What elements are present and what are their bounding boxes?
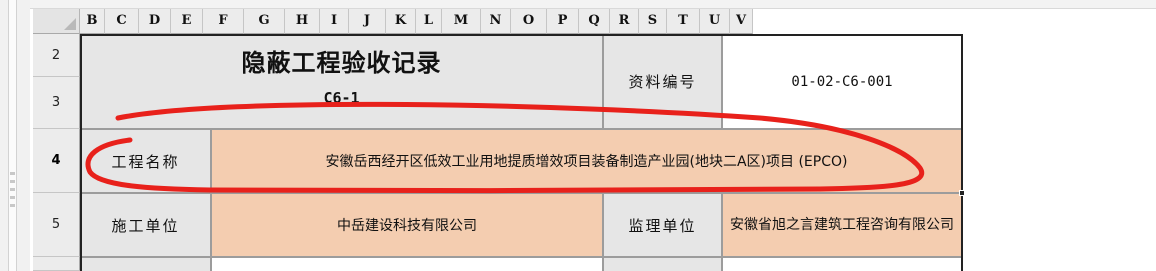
column-header-k[interactable]: K	[386, 9, 416, 34]
row-header-selected[interactable]: 4	[33, 129, 80, 193]
column-header-i[interactable]: I	[320, 9, 349, 34]
column-header-q[interactable]: Q	[579, 9, 610, 34]
fill-handle[interactable]	[959, 190, 965, 196]
project-name-label[interactable]: 工程名称	[80, 129, 211, 193]
project-name-value[interactable]: 安徽岳西经开区低效工业用地提质增效项目装备制造产业园(地块二A区)项目 (EPC…	[211, 129, 962, 193]
next-row-cell[interactable]	[722, 257, 962, 271]
column-header-j[interactable]: J	[349, 9, 386, 34]
column-header-e[interactable]: E	[171, 9, 203, 34]
next-row-cell[interactable]	[603, 257, 722, 271]
form-title: 隐蔽工程验收记录	[241, 49, 442, 77]
grip-mark	[10, 204, 15, 207]
contractor-label[interactable]: 施工单位	[80, 193, 211, 257]
column-header-l[interactable]: L	[416, 9, 442, 34]
column-header-p[interactable]: P	[547, 9, 579, 34]
column-header-r[interactable]: R	[610, 9, 639, 34]
grip-mark	[10, 196, 15, 199]
formula-bar-edge	[30, 0, 1156, 9]
column-header-c[interactable]: C	[105, 9, 139, 34]
column-header-b[interactable]: B	[80, 9, 105, 34]
column-header-o[interactable]: O	[511, 9, 547, 34]
row-header[interactable]: 3	[33, 77, 80, 129]
column-header-s[interactable]: S	[639, 9, 667, 34]
form-code: C6-1	[323, 89, 360, 107]
next-row-cell[interactable]	[80, 257, 211, 271]
row-header[interactable]: 2	[33, 34, 80, 77]
select-all-triangle-icon	[64, 18, 76, 30]
next-row-cell[interactable]	[211, 257, 603, 271]
column-header-u[interactable]: U	[700, 9, 730, 34]
doc-no-label[interactable]: 资料编号	[603, 34, 722, 129]
column-header-m[interactable]: M	[442, 9, 481, 34]
select-all-corner[interactable]	[33, 9, 80, 34]
row-header[interactable]: 5	[33, 193, 80, 257]
grip-mark	[10, 180, 15, 183]
side-scroll-rail[interactable]	[8, 0, 17, 271]
column-header-f[interactable]: F	[203, 9, 244, 34]
supervisor-label[interactable]: 监理单位	[603, 193, 722, 257]
supervisor-value[interactable]: 安徽省旭之言建筑工程咨询有限公司	[722, 193, 962, 257]
contractor-value[interactable]: 中岳建设科技有限公司	[211, 193, 603, 257]
app-left-margin	[0, 0, 30, 271]
column-header-h[interactable]: H	[285, 9, 320, 34]
doc-no-value[interactable]: 01-02-C6-001	[722, 34, 962, 129]
form-title-cell[interactable]: 隐蔽工程验收记录 C6-1	[80, 34, 603, 129]
column-header-g[interactable]: G	[244, 9, 285, 34]
grip-mark	[10, 172, 15, 175]
column-header-t[interactable]: T	[667, 9, 700, 34]
row-header[interactable]	[33, 257, 80, 271]
column-header-n[interactable]: N	[481, 9, 511, 34]
column-header-d[interactable]: D	[139, 9, 171, 34]
column-header-v[interactable]: V	[730, 9, 753, 34]
grip-mark	[10, 188, 15, 191]
